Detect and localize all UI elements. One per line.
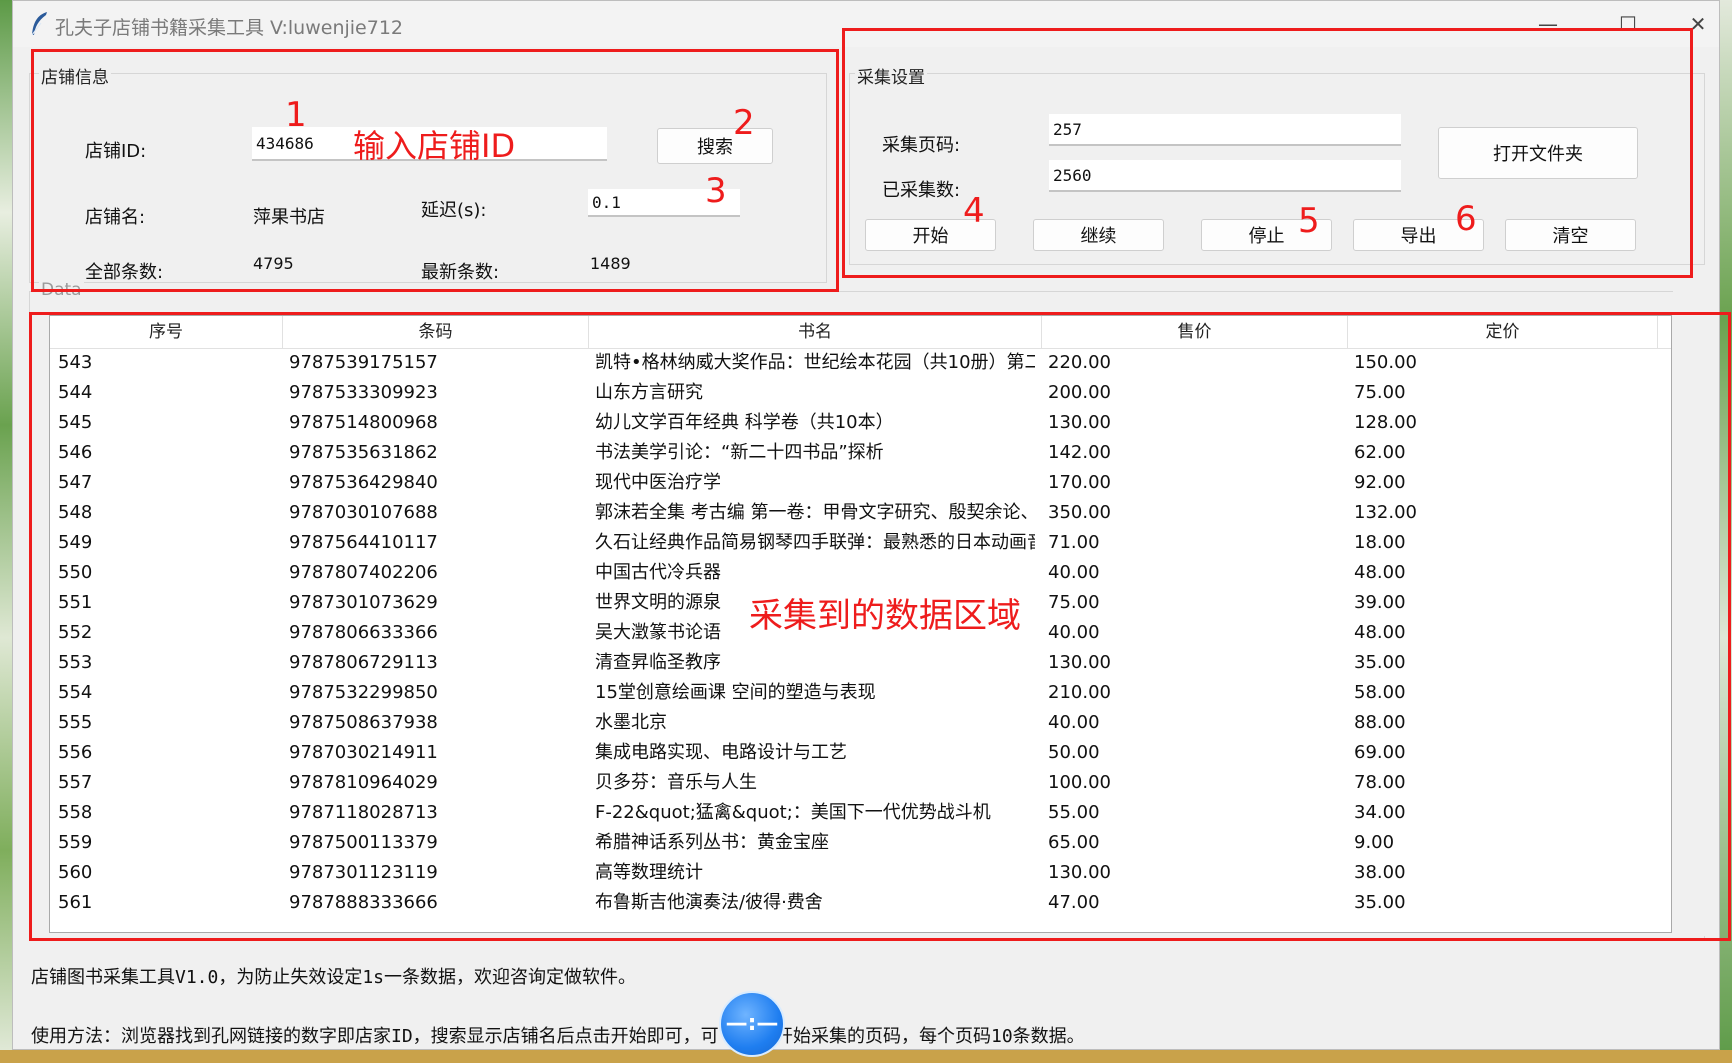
footer-info-line: 店铺图书采集工具V1.0，为防止失效设定1s一条数据，欢迎咨询定做软件。 bbox=[31, 967, 637, 988]
annotation-number-2: 2 bbox=[733, 103, 755, 143]
footer-usage-line-part2: 开始采集的页码，每个页码10条数据。 bbox=[775, 1026, 1085, 1047]
annotation-number-1: 1 bbox=[285, 95, 307, 135]
annotation-number-3: 3 bbox=[705, 171, 727, 211]
annotation-box-collect-settings bbox=[842, 28, 1693, 278]
annotation-number-5: 5 bbox=[1298, 201, 1320, 241]
floating-clock-badge[interactable]: —:— bbox=[719, 991, 785, 1057]
app-window: 孔夫子店铺书籍采集工具 V:luwenjie712 — ☐ ✕ 店铺信息 店铺I… bbox=[12, 0, 1731, 1057]
annotation-input-shop-id: 输入店铺ID bbox=[353, 127, 516, 165]
footer-usage-line-part1: 使用方法：浏览器找到孔网链接的数字即店家ID，搜索显示店铺名后点击开始即可，可 bbox=[31, 1026, 719, 1047]
window-title: 孔夫子店铺书籍采集工具 V:luwenjie712 bbox=[55, 17, 403, 39]
annotation-number-4: 4 bbox=[963, 191, 985, 231]
desktop-bottom-edge bbox=[0, 1050, 1732, 1063]
feather-icon bbox=[31, 12, 47, 36]
annotation-data-area: 采集到的数据区域 bbox=[749, 596, 1021, 636]
annotation-number-6: 6 bbox=[1455, 199, 1477, 239]
